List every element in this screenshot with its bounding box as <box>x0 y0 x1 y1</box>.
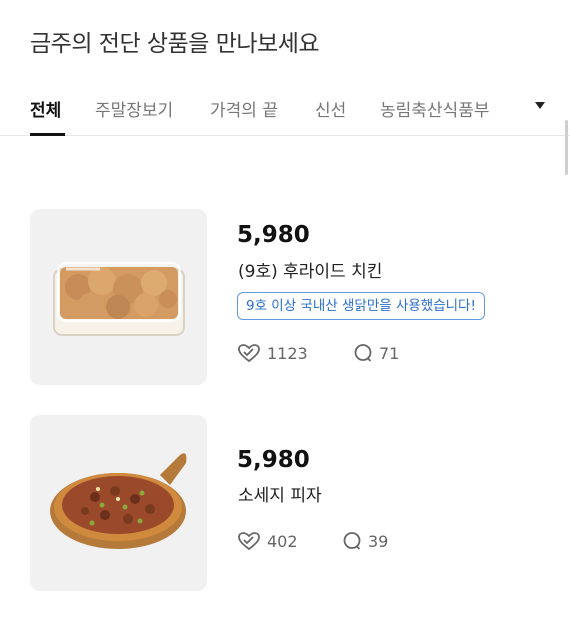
tab-all[interactable]: 전체 <box>30 96 61 121</box>
active-tab-indicator <box>30 133 65 136</box>
like-stat[interactable]: 1123 <box>237 343 308 363</box>
speech-bubble-icon <box>343 532 361 550</box>
like-stat[interactable]: 402 <box>237 531 298 551</box>
product-price: 5,980 <box>237 447 310 473</box>
comment-stat[interactable]: 39 <box>342 531 388 551</box>
product-name: (9호) 후라이드 치킨 <box>238 262 383 282</box>
fried-chicken-image <box>30 209 207 385</box>
caret-down-icon[interactable] <box>535 102 545 109</box>
product-card[interactable]: 5,980 (9호) 후라이드 치킨 9호 이상 국내산 생닭만을 사용했습니다… <box>30 209 540 387</box>
heart-check-icon <box>238 532 260 551</box>
heart-check-icon <box>238 344 260 363</box>
speech-bubble-icon <box>354 344 372 362</box>
comment-stat[interactable]: 71 <box>353 343 399 363</box>
tab-weekend-shopping[interactable]: 주말장보기 <box>95 96 173 121</box>
comment-count: 39 <box>368 531 389 551</box>
comment-count: 71 <box>379 343 400 363</box>
scrollbar[interactable] <box>565 120 568 175</box>
page-title: 금주의 전단 상품을 만나보세요 <box>30 31 320 57</box>
sausage-pizza-image <box>30 415 207 591</box>
like-count: 1123 <box>267 343 308 363</box>
tab-agriculture-ministry[interactable]: 농림축산식품부 <box>380 96 489 121</box>
like-count: 402 <box>267 531 298 551</box>
product-tag: 9호 이상 국내산 생닭만을 사용했습니다! <box>237 292 485 320</box>
product-name: 소세지 피자 <box>238 486 322 506</box>
category-tabs: 전체 주말장보기 가격의 끝 신선 농림축산식품부 <box>0 88 570 136</box>
product-price: 5,980 <box>237 222 310 248</box>
tab-best-price[interactable]: 가격의 끝 <box>210 96 278 121</box>
tab-fresh[interactable]: 신선 <box>315 96 346 121</box>
product-card[interactable]: 5,980 소세지 피자 402 39 <box>30 415 540 593</box>
